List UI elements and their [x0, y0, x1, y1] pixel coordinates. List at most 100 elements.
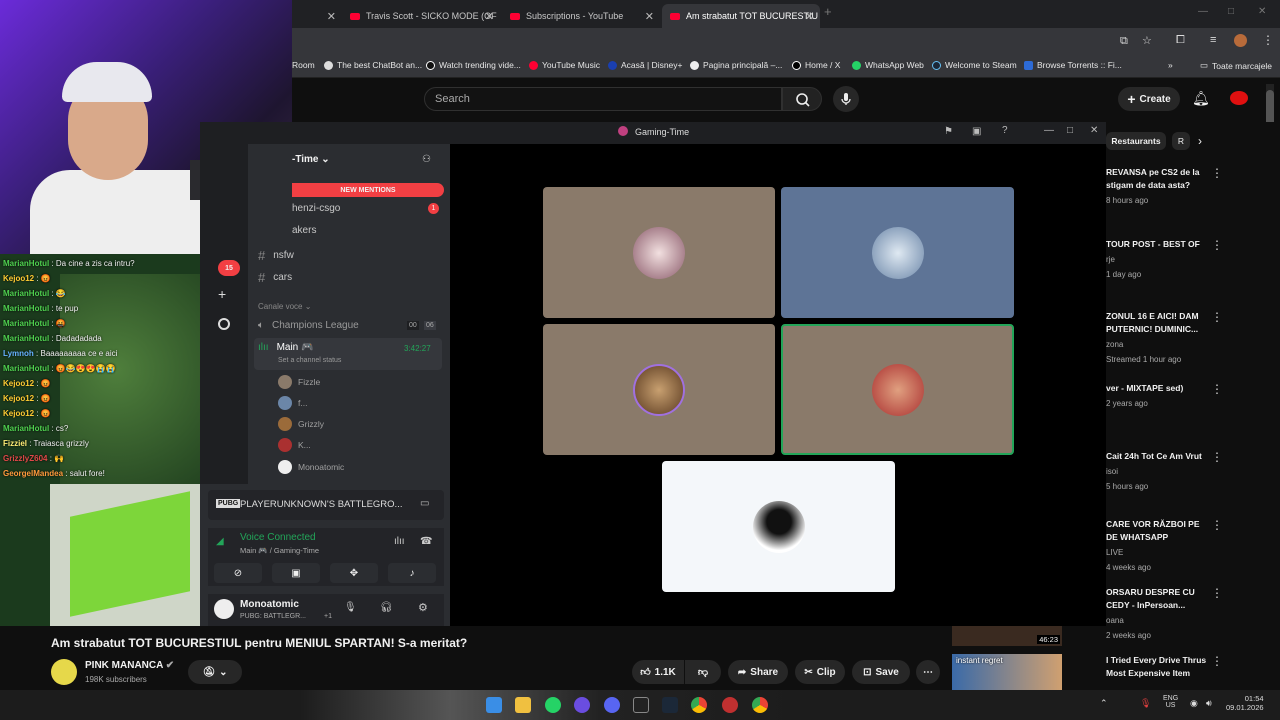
help-icon[interactable]: ?: [1002, 125, 1008, 136]
flag-icon[interactable]: ⚑: [944, 126, 953, 137]
menu-icon[interactable]: ⋮: [1262, 33, 1274, 47]
voice-member[interactable]: Grizzly: [278, 417, 324, 431]
tray-chevron-icon[interactable]: ⌃: [1100, 698, 1108, 709]
bookmark-item[interactable]: Welcome to Steam: [932, 60, 1017, 70]
chip-more[interactable]: R: [1172, 132, 1190, 150]
voice-member[interactable]: f...: [278, 396, 307, 410]
video-tile[interactable]: [543, 324, 775, 455]
bookmark-item[interactable]: Acasă | Disney+: [608, 60, 683, 70]
channel-akers[interactable]: akers: [292, 225, 316, 236]
recommended-video[interactable]: ZONUL 16 E AICI! DAM PUTERNIC! DUMINIC..…: [1106, 310, 1211, 366]
chat-username[interactable]: MarianHotul: [3, 289, 49, 298]
video-tile[interactable]: [781, 187, 1014, 318]
more-options-icon[interactable]: ⋮: [1211, 586, 1223, 600]
chat-username[interactable]: Kejoo12: [3, 409, 34, 418]
chat-username[interactable]: MarianHotul: [3, 334, 49, 343]
network-icon[interactable]: ◉: [1190, 698, 1198, 709]
chat-username[interactable]: Fizziel: [3, 439, 27, 448]
channel-henzi-csgo[interactable]: henzi-csgo: [292, 203, 340, 214]
more-options-icon[interactable]: ⋮: [1211, 238, 1223, 252]
start-icon[interactable]: [486, 697, 502, 713]
all-bookmarks[interactable]: ▭ Toate marcajele: [1200, 60, 1272, 71]
channel-nsfw[interactable]: # nsfw: [258, 248, 294, 263]
more-options-icon[interactable]: ⋮: [1211, 166, 1223, 180]
clip-button[interactable]: ✂ Clip: [795, 660, 845, 684]
like-button[interactable]: 👍︎ 1.1K: [632, 660, 684, 684]
noise-suppression-icon[interactable]: ılıı: [394, 536, 405, 547]
game-activity[interactable]: PUBG PLAYERUNKNOWN'S BATTLEGRO... ▭: [208, 490, 444, 520]
more-actions-button[interactable]: ⋯: [916, 660, 940, 684]
media-icon[interactable]: ≡: [1210, 34, 1216, 46]
dislike-button[interactable]: 👎︎: [685, 660, 721, 684]
maximize-icon[interactable]: □: [1228, 6, 1234, 17]
tab-close-icon[interactable]: ✕: [322, 4, 340, 28]
notifications-bell-icon[interactable]: 🔔︎: [1192, 90, 1210, 107]
subscribed-button[interactable]: 🔕︎ ⌄: [188, 660, 242, 684]
avatar[interactable]: [214, 599, 234, 619]
chat-username[interactable]: MarianHotul: [3, 319, 49, 328]
chat-username[interactable]: MarianHotul: [3, 424, 49, 433]
bookmark-item[interactable]: Browse Torrents :: Fi...: [1024, 60, 1122, 70]
recommended-video[interactable]: REVANSA pe CS2 de la stigam de data asta…: [1106, 166, 1211, 207]
voice-member[interactable]: Fizzle: [278, 375, 320, 389]
recommended-video[interactable]: ver - MIXTAPE sed) 2 years ago: [1106, 382, 1211, 410]
close-icon[interactable]: ✕: [645, 10, 654, 23]
recommended-video[interactable]: TOUR POST - BEST OF rje 1 day ago: [1106, 238, 1211, 281]
chat-username[interactable]: Kejoo12: [3, 394, 34, 403]
clock[interactable]: 01:54 09.01.2026: [1226, 694, 1264, 712]
video-tile-speaking[interactable]: [781, 324, 1014, 455]
new-mentions-bar[interactable]: NEW MENTIONS: [292, 183, 444, 197]
chrome-icon[interactable]: [691, 697, 707, 713]
minimize-icon[interactable]: —: [1044, 125, 1054, 136]
settings-gear-icon[interactable]: ⚙: [418, 601, 428, 614]
discord-icon[interactable]: [604, 697, 620, 713]
voice-member[interactable]: Monoatomic: [278, 460, 344, 474]
epic-games-icon[interactable]: [633, 697, 649, 713]
new-tab-icon[interactable]: +: [824, 4, 832, 19]
media-player-icon[interactable]: [574, 697, 590, 713]
cast-icon[interactable]: ⧉: [1120, 35, 1128, 48]
chat-username[interactable]: MarianHotul: [3, 364, 49, 373]
more-options-icon[interactable]: ⋮: [1211, 518, 1223, 532]
chat-username[interactable]: GeorgelMandea: [3, 469, 63, 478]
channel-name[interactable]: PINK MANANCA ✔: [85, 660, 174, 671]
bookmark-item[interactable]: Pagina principală –...: [690, 60, 782, 70]
disconnect-icon[interactable]: ☎: [420, 536, 432, 547]
chip-restaurants[interactable]: Restaurants: [1106, 132, 1166, 150]
chat-username[interactable]: MarianHotul: [3, 304, 49, 313]
chat-username[interactable]: Kejoo12: [3, 274, 34, 283]
channel-status[interactable]: Set a channel status: [278, 357, 341, 364]
chevron-right-icon[interactable]: »: [1168, 60, 1173, 70]
volume-icon[interactable]: 🔊︎: [1206, 698, 1212, 709]
recommended-video[interactable]: ORSARU DESPRE CU CEDY - InPersoan... oana…: [1106, 586, 1211, 642]
steam-icon[interactable]: [662, 697, 678, 713]
camera-off-button[interactable]: ⊘: [214, 563, 262, 583]
bookmark-star-icon[interactable]: ☆: [1142, 34, 1152, 47]
recommended-video[interactable]: CARE VOR RĂZBOI PE DE WHATSAPP LIVE 4 week…: [1106, 518, 1211, 574]
tab-current-video[interactable]: Am strabatut TOT BUCURESTIU ✕: [662, 4, 820, 28]
share-button[interactable]: ➦ Share: [728, 660, 788, 684]
maximize-icon[interactable]: □: [1067, 125, 1073, 136]
bookmark-item[interactable]: The best ChatBot an...: [324, 60, 422, 70]
bookmark-item[interactable]: WhatsApp Web: [852, 60, 924, 70]
recommended-video[interactable]: I Tried Every Drive Thrus Most Expensive…: [1106, 654, 1211, 680]
file-explorer-icon[interactable]: [515, 697, 531, 713]
chat-username[interactable]: Kejoo12: [3, 379, 34, 388]
close-icon[interactable]: ✕: [1090, 125, 1098, 136]
chevron-right-icon[interactable]: ›: [1198, 134, 1202, 148]
window-close-icon[interactable]: ✕: [1258, 6, 1266, 17]
screen-share-button[interactable]: ▣: [272, 563, 320, 583]
chat-username[interactable]: Lymnoh: [3, 349, 34, 358]
microphone-icon[interactable]: 🎙︎: [1140, 698, 1151, 709]
more-options-icon[interactable]: ⋮: [1211, 654, 1223, 668]
bookmark-item[interactable]: Room: [292, 60, 315, 70]
chrome-icon[interactable]: [752, 697, 768, 713]
voice-search-button[interactable]: [833, 86, 859, 112]
close-icon[interactable]: ✕: [805, 10, 814, 23]
create-button[interactable]: + Create: [1118, 87, 1180, 111]
save-button[interactable]: ⊡ Save: [852, 660, 910, 684]
bookmark-item[interactable]: YouTube Music: [529, 60, 600, 70]
voice-member[interactable]: K...: [278, 438, 311, 452]
screen-icon[interactable]: ▣: [972, 126, 981, 137]
bookmark-item[interactable]: Watch trending vide...: [426, 60, 521, 70]
